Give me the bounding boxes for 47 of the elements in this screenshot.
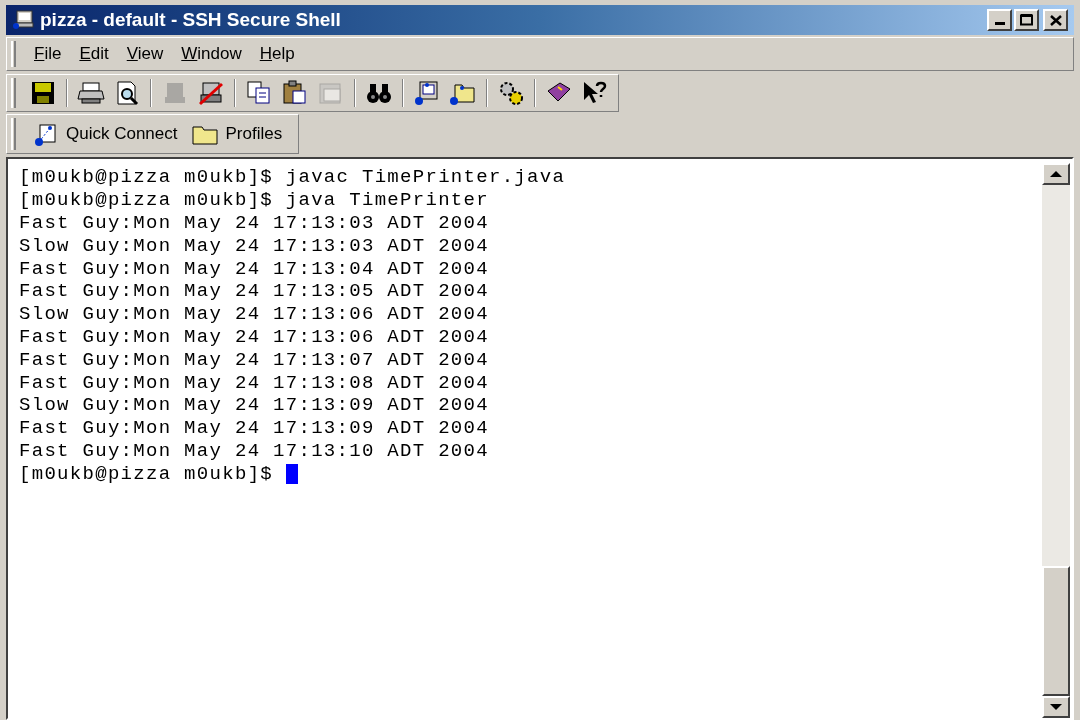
close-button[interactable]: [1043, 9, 1068, 31]
profiles-button[interactable]: Profiles: [189, 121, 285, 147]
terminal-icon: [413, 79, 441, 107]
toolbar-grip[interactable]: [11, 41, 16, 67]
menu-item[interactable]: View: [120, 41, 170, 67]
minimize-button[interactable]: [987, 9, 1012, 31]
clipboard-icon: [281, 79, 309, 107]
terminal-line: Fast Guy:Mon May 24 17:13:07 ADT 2004: [19, 348, 489, 371]
save-icon: [29, 79, 57, 107]
terminal-line: Fast Guy:Mon May 24 17:13:08 ADT 2004: [19, 371, 489, 394]
toolbar-grip[interactable]: [11, 118, 16, 150]
gears-icon: [497, 79, 525, 107]
terminal-line: Fast Guy:Mon May 24 17:13:09 ADT 2004: [19, 417, 489, 440]
terminal-line: Slow Guy:Mon May 24 17:13:03 ADT 2004: [19, 234, 489, 257]
terminal-line: Fast Guy:Mon May 24 17:13:04 ADT 2004: [19, 257, 489, 280]
menu-item[interactable]: Window: [175, 41, 248, 67]
terminal-line: Slow Guy:Mon May 24 17:13:06 ADT 2004: [19, 303, 489, 326]
quick-connect-button[interactable]: Quick Connect: [32, 121, 180, 147]
maximize-icon: [1020, 14, 1033, 26]
scroll-thumb[interactable]: [1042, 566, 1070, 696]
connect-icon: [34, 122, 58, 146]
menu-item[interactable]: File: [28, 41, 68, 67]
printer-icon: [77, 79, 105, 107]
terminal-line: Fast Guy:Mon May 24 17:13:05 ADT 2004: [19, 280, 489, 303]
window-title: pizza - default - SSH Secure Shell: [40, 7, 341, 32]
terminal-line: Fast Guy:Mon May 24 17:13:10 ADT 2004: [19, 439, 489, 462]
menu-item[interactable]: Help: [253, 41, 301, 67]
terminal-line: Fast Guy:Mon May 24 17:13:03 ADT 2004: [19, 212, 489, 234]
copy-icon: [245, 79, 273, 107]
up-arrow-icon: [1050, 171, 1062, 177]
toolbar-grip[interactable]: [11, 78, 16, 108]
computer-icon: [197, 79, 225, 107]
terminal-line: [m0ukb@pizza m0ukb]$ java TimePrinter: [19, 189, 489, 212]
menu-item[interactable]: Edit: [73, 41, 115, 67]
terminal-line: [m0ukb@pizza m0ukb]$ javac TimePrinter.java: [19, 166, 566, 189]
scroll-up-button[interactable]: [1042, 163, 1070, 185]
folder-icon: [191, 123, 218, 145]
minimize-icon: [994, 22, 1005, 25]
down-arrow-icon: [1050, 704, 1062, 710]
terminal-line: Slow Guy:Mon May 24 17:13:09 ADT 2004: [19, 394, 489, 417]
terminal-line: Fast Guy:Mon May 24 17:13:06 ADT 2004: [19, 325, 489, 348]
maximize-button[interactable]: [1014, 9, 1039, 31]
text-cursor: [286, 463, 299, 484]
terminal-icon: [12, 10, 34, 30]
terminal-line: [m0ukb@pizza m0ukb]$: [19, 462, 274, 485]
scroll-down-button[interactable]: [1042, 696, 1070, 718]
close-icon: [1049, 14, 1062, 26]
